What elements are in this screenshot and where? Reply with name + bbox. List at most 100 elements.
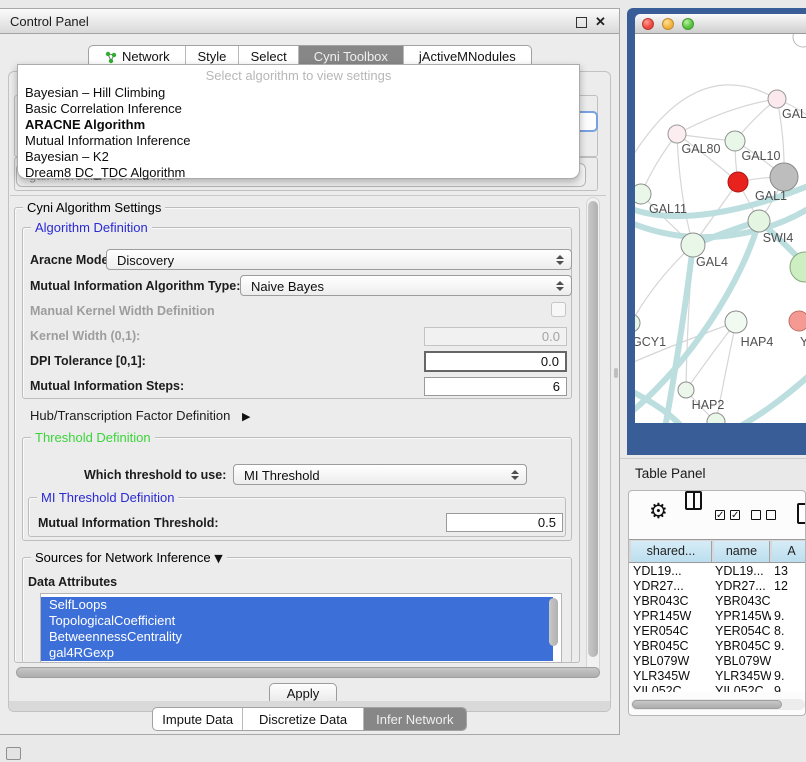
algorithm-option[interactable]: Dream8 DC_TDC Algorithm: [18, 165, 579, 181]
mi-type-combo[interactable]: Naive Bayes: [240, 275, 572, 296]
data-attribute-item[interactable]: TopologicalCoefficient: [41, 613, 553, 629]
table-cell: 9.: [774, 639, 806, 654]
attr-list-scrollbar[interactable]: [549, 598, 558, 646]
table-row[interactable]: YLR345WYLR345W9.: [631, 669, 806, 684]
screenshot-root: Control Panel ✕ NetworkStyleSelectCyni T…: [0, 0, 806, 762]
table-cell: YDR27...: [715, 579, 771, 594]
network-canvas[interactable]: GALGAL80GAL10GAL1GAL11SWI4GAL4GCY1HAP4YH…: [635, 34, 806, 423]
node-gal4[interactable]: [681, 233, 705, 257]
checkbox-checked-icon[interactable]: ✓: [715, 510, 725, 520]
table-cell: 9: [774, 684, 806, 692]
algorithm-option[interactable]: Bayesian – Hill Climbing: [18, 85, 579, 101]
table-row[interactable]: YDL19...YDL19...13: [631, 564, 806, 579]
table-cell: YBR045C: [633, 639, 713, 654]
table-row[interactable]: YER054CYER054C8.: [631, 624, 806, 639]
which-threshold-combo[interactable]: MI Threshold: [233, 464, 527, 485]
control-panel-titlebar: Control Panel ✕: [0, 9, 619, 34]
control-panel-title: Control Panel: [10, 9, 89, 34]
table-cell: 8.: [774, 624, 806, 639]
algorithm-option[interactable]: ARACNE Algorithm: [18, 117, 579, 133]
table-row[interactable]: YBL079WYBL079W: [631, 654, 806, 669]
tab-label: jActiveMNodules: [419, 49, 516, 64]
manual-kernel-checkbox[interactable]: [551, 302, 566, 317]
table-column-header[interactable]: A: [772, 541, 806, 562]
columns-icon[interactable]: [685, 491, 702, 510]
gear-icon[interactable]: ⚙: [649, 499, 668, 523]
algorithm-option[interactable]: Bayesian – K2: [18, 149, 579, 165]
settings-hscroll-thumb[interactable]: [16, 667, 600, 678]
data-attributes-list[interactable]: SelfLoopsTopologicalCoefficientBetweenne…: [40, 593, 562, 663]
node-green-right[interactable]: [790, 252, 806, 282]
node-hap4[interactable]: [725, 311, 747, 333]
data-attribute-item[interactable]: SelfLoops: [41, 597, 553, 613]
network-graph: GALGAL80GAL10GAL1GAL11SWI4GAL4GCY1HAP4YH…: [635, 34, 806, 423]
table-row[interactable]: YIL052CYIL052C9: [631, 684, 806, 692]
close-icon[interactable]: ✕: [594, 15, 607, 28]
checkbox-checked-icon[interactable]: ✓: [730, 510, 740, 520]
table-panel: ⚙ ✓ ✓ shared...nameA YDL19...YDL19...13Y…: [628, 490, 806, 716]
table-column-header[interactable]: name: [714, 541, 770, 562]
node-salmon-label: Y: [800, 335, 806, 349]
algorithm-popup-prompt: Select algorithm to view settings: [18, 67, 579, 85]
hub-definition-toggle[interactable]: Hub/Transcription Factor Definition ▶: [30, 408, 250, 423]
minimize-traffic-light[interactable]: [662, 18, 674, 30]
table-cell: YBR045C: [715, 639, 771, 654]
document-icon[interactable]: [797, 503, 806, 524]
splitter-handle[interactable]: [614, 368, 618, 378]
table-cell: YBR043C: [633, 594, 713, 609]
dock-grip-icon[interactable]: [6, 747, 21, 760]
table-row[interactable]: YBR043CYBR043C: [631, 594, 806, 609]
float-window-icon[interactable]: [576, 17, 587, 28]
table-row[interactable]: YBR045CYBR045C9.: [631, 639, 806, 654]
dpi-tolerance-field[interactable]: 0.0: [424, 351, 567, 372]
tab-infer-network[interactable]: Infer Network: [364, 708, 466, 730]
table-cell: 9.: [774, 669, 806, 684]
table-panel-titlebar: Table Panel: [620, 458, 806, 488]
close-traffic-light[interactable]: [642, 18, 654, 30]
node-bottom[interactable]: [707, 413, 725, 423]
mi-steps-field[interactable]: 6: [424, 377, 567, 396]
table-cell: YBL079W: [633, 654, 713, 669]
tab-discretize-data[interactable]: Discretize Data: [243, 708, 363, 730]
table-row[interactable]: YDR27...YDR27...12: [631, 579, 806, 594]
node-gray[interactable]: [770, 163, 798, 191]
table-row[interactable]: YPR145WYPR145W9.: [631, 609, 806, 624]
data-attribute-item[interactable]: BetweennessCentrality: [41, 629, 553, 645]
node-gal1[interactable]: [728, 172, 748, 192]
node-gcy1[interactable]: [635, 314, 640, 332]
aracne-mode-combo[interactable]: Discovery: [106, 249, 572, 270]
zoom-traffic-light[interactable]: [682, 18, 694, 30]
table-cell: YBR043C: [715, 594, 771, 609]
sources-group-title[interactable]: Sources for Network Inference ▼: [31, 550, 227, 565]
node-gal11[interactable]: [635, 184, 651, 204]
table-hscroll-thumb[interactable]: [632, 700, 782, 709]
aracne-mode-label: Aracne Mode:: [30, 253, 113, 267]
kernel-width-field[interactable]: 0.0: [424, 327, 567, 346]
table-cell: YER054C: [633, 624, 713, 639]
table-cell: YDL19...: [715, 564, 771, 579]
node-hap4-label: HAP4: [741, 335, 774, 349]
node-gal80[interactable]: [668, 125, 686, 143]
node-gal10[interactable]: [725, 131, 745, 151]
node-gal11-label: GAL11: [649, 202, 687, 216]
node-gal-pink[interactable]: [768, 90, 786, 108]
network-view-window[interactable]: GALGAL80GAL10GAL1GAL11SWI4GAL4GCY1HAP4YH…: [627, 8, 806, 455]
tab-label: Cyni Toolbox: [314, 49, 388, 64]
settings-vscroll-thumb[interactable]: [588, 201, 598, 657]
combo-spinner-icon: [511, 470, 519, 480]
table-column-header[interactable]: shared...: [631, 541, 712, 562]
combo-spinner-icon: [556, 255, 564, 265]
node-hap2[interactable]: [678, 382, 694, 398]
checkbox-unchecked-icon[interactable]: [751, 510, 761, 520]
node-partial-top[interactable]: [793, 34, 806, 47]
mi-threshold-field[interactable]: 0.5: [446, 513, 563, 532]
node-swi4[interactable]: [748, 210, 770, 232]
data-attribute-item[interactable]: gal4RGexp: [41, 645, 553, 661]
algorithm-option[interactable]: Mutual Information Inference: [18, 133, 579, 149]
tab-impute-data[interactable]: Impute Data: [153, 708, 243, 730]
algorithm-option[interactable]: Basic Correlation Inference: [18, 101, 579, 117]
algorithm-dropdown-popup: Select algorithm to view settings Bayesi…: [17, 64, 580, 179]
node-salmon[interactable]: [789, 311, 806, 331]
tab-label: Network: [122, 49, 170, 64]
checkbox-unchecked-icon[interactable]: [766, 510, 776, 520]
